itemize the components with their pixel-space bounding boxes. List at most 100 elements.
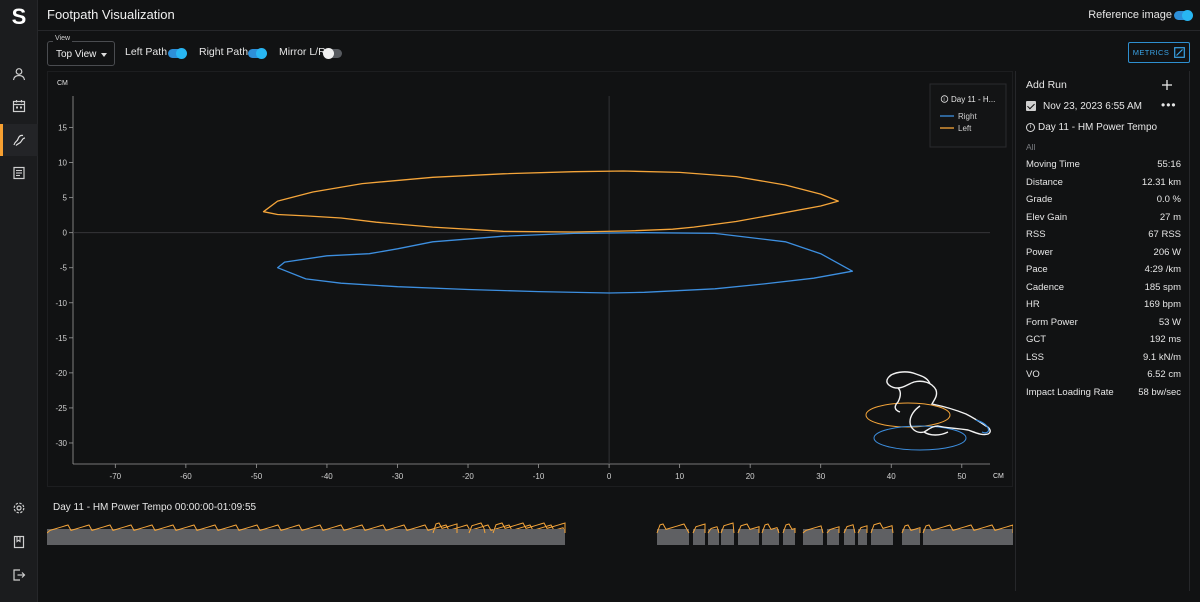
timeline-label: Day 11 - HM Power Tempo 00:00:00-01:09:5… [53,502,257,513]
y-tick-label: 10 [58,159,67,168]
y-tick-label: 0 [63,229,68,238]
y-tick-label: -10 [55,299,67,308]
metrics-button-label: METRICS [1132,48,1170,57]
x-tick-label: 30 [816,472,825,481]
timeline-elevation-segment [47,529,565,545]
view-select[interactable]: View Top View [47,35,115,66]
y-tick-label: -15 [55,334,67,343]
metric-value: 58 bw/sec [1138,386,1181,398]
timeline-elevation-segment [493,529,565,545]
logout-icon [13,569,26,581]
x-tick-label: -40 [321,472,333,481]
metric-value: 12.31 km [1141,176,1181,188]
page-title: Footpath Visualization [47,7,175,22]
metric-row: Moving Time 55:16 [1026,156,1181,174]
left-path-toggle[interactable] [168,48,187,59]
y-tick-label: 15 [58,124,67,133]
gear-icon [13,502,25,514]
metric-label: Power [1026,246,1053,258]
timeline-elevation-segment [783,529,795,545]
book-icon [13,535,25,549]
sidebar-item-guide[interactable] [0,526,38,558]
footpath-chart-svg: -70 -60 -50 -40 -30 -20 -10 0 10 20 30 40 50151050-5… [55,80,1007,481]
right-path-toggle[interactable] [248,48,267,59]
metric-value: 169 bpm [1144,299,1181,311]
add-run-button[interactable] [1162,74,1172,95]
view-select-legend: View [53,35,73,42]
metric-value: 9.1 kN/m [1142,351,1181,363]
timeline-elevation-segment [433,529,457,545]
run-panel: Add Run Nov 23, 2023 6:55 AM ••• i Day 11… [1015,71,1190,591]
metric-label: Cadence [1026,281,1065,293]
timeline-elevation-segment [871,529,893,545]
metric-value: 55:16 [1157,159,1181,171]
metric-value: 206 W [1153,246,1181,258]
run-checkbox[interactable] [1026,101,1036,111]
plus-icon [1162,80,1172,90]
run-name: i Day 11 - HM Power Tempo [1026,122,1157,133]
timeline-elevation-segment [844,529,855,545]
x-tick-label: -10 [533,472,545,481]
metric-label: Elev Gain [1026,211,1068,223]
metric-label: VO [1026,369,1040,381]
x-tick-label: 10 [675,472,684,481]
timeline-elevation-segment [693,529,705,545]
metric-label: Moving Time [1026,159,1080,171]
user-icon [12,68,26,81]
metric-row: Pace 4:29 /km [1026,261,1181,279]
metric-value: 185 spm [1144,281,1181,293]
metric-row: Power 206 W [1026,244,1181,262]
add-run-label: Add Run [1026,79,1067,91]
sidebar-item-footpath[interactable] [0,124,38,156]
metric-label: Impact Loading Rate [1026,386,1114,398]
x-tick-label: -50 [251,472,263,481]
reference-runner-image [865,371,991,451]
metric-row: GCT 192 ms [1026,331,1181,349]
metric-row: Grade 0.0 % [1026,191,1181,209]
x-tick-label: 20 [746,472,755,481]
timeline-elevation-segment [657,529,689,545]
timeline-panel: Day 11 - HM Power Tempo 00:00:00-01:09:5… [47,489,1013,591]
reference-image-label: Reference image [1088,9,1172,21]
app-logo[interactable]: S [9,5,29,29]
sidebar-item-report[interactable] [0,157,38,189]
sidebar-item-calendar[interactable] [0,90,38,122]
run-options-button[interactable]: ••• [1161,98,1177,112]
metrics-list: Moving Time 55:16 Distance 12.31 km Grade 0.0… [1026,156,1181,401]
metric-row: Impact Loading Rate 58 bw/sec [1026,384,1181,402]
metric-value: 53 W [1158,316,1181,328]
y-axis-label: CM [57,80,68,87]
sidebar-item-profile[interactable] [0,58,38,90]
y-tick-label: -30 [55,439,67,448]
metrics-button[interactable]: METRICS [1128,42,1190,63]
x-tick-label: 50 [957,472,966,481]
timeline-elevation-segment [469,529,485,545]
reference-image-toggle[interactable] [1174,10,1193,21]
metric-row: HR 169 bpm [1026,296,1181,314]
controls-bar: View Top View Left Path Right Path Mirro… [38,31,1200,71]
metric-row: LSS 9.1 kN/m [1026,349,1181,367]
metric-row: Distance 12.31 km [1026,174,1181,192]
y-tick-label: -25 [55,404,67,413]
run-name-text: Day 11 - HM Power Tempo [1038,122,1158,133]
mirror-toggle[interactable] [323,48,342,59]
x-tick-label: -30 [392,472,404,481]
footpath-icon [13,134,26,146]
footpath-series-left [262,170,839,233]
metric-label: RSS [1026,229,1046,241]
timeline-elevation-segment [923,529,1013,545]
metric-row: Cadence 185 spm [1026,279,1181,297]
sidebar-item-settings[interactable] [0,492,38,524]
metric-label: Form Power [1026,316,1078,328]
sidebar: S [0,0,38,602]
metric-value: 27 m [1159,211,1181,223]
timeline-chart[interactable] [47,515,1013,547]
metric-value: 67 RSS [1148,229,1181,241]
run-filter-label[interactable]: All [1026,142,1035,152]
run-date: Nov 23, 2023 6:55 AM [1043,101,1142,112]
svg-text:i: i [944,97,945,103]
sidebar-item-logout[interactable] [0,559,38,591]
mirror-label: Mirror L/R [279,46,326,58]
x-tick-label: -70 [110,472,122,481]
legend-entry-left: Left [958,124,972,133]
